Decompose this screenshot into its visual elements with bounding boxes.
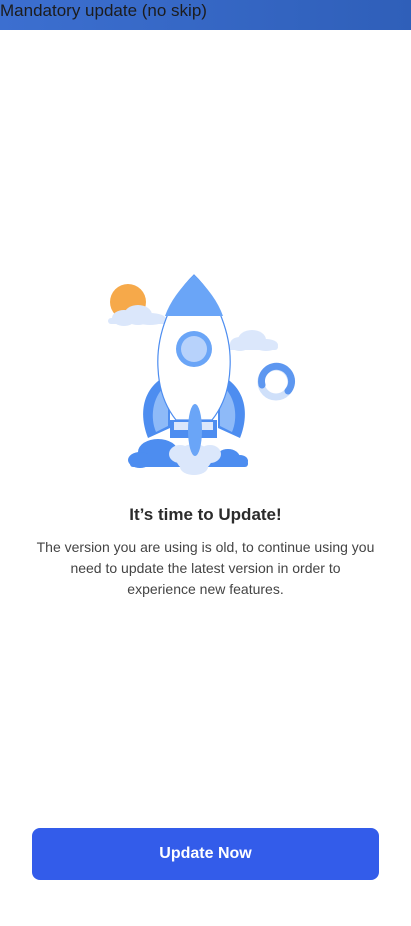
update-screen: Mandatory update (no skip) It’s time to … [0,0,411,926]
ring-icon [257,362,295,401]
rocket-center-fin [188,404,202,456]
page-title: It’s time to Update! [129,505,282,524]
rocket-illustration [100,268,300,478]
top-bar-title: Mandatory update (no skip) [0,1,207,20]
update-description: The version you are using is old, to con… [36,539,375,597]
cloud-icon [228,330,278,351]
update-now-button[interactable]: Update Now [32,828,379,880]
